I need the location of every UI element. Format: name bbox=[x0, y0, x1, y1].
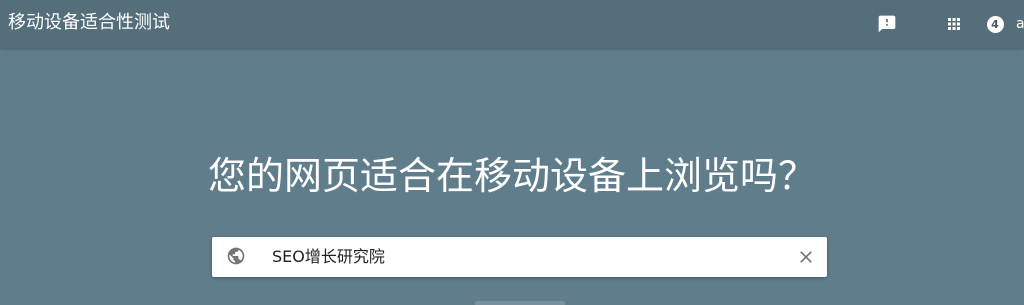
app-title: 移动设备适合性测试 bbox=[8, 12, 170, 33]
globe-icon bbox=[227, 247, 245, 265]
account-avatar-partial[interactable]: a bbox=[1016, 15, 1024, 33]
top-app-bar: 移动设备适合性测试 4 a bbox=[0, 0, 1024, 48]
apps-grid-icon bbox=[948, 18, 960, 30]
apps-button[interactable] bbox=[942, 12, 966, 36]
notifications-button[interactable]: 4 bbox=[983, 12, 1007, 36]
page-headline: 您的网页适合在移动设备上浏览吗？ bbox=[207, 154, 816, 198]
submit-button-edge[interactable] bbox=[475, 301, 565, 305]
notification-count-badge: 4 bbox=[986, 15, 1004, 33]
url-input[interactable] bbox=[272, 243, 772, 271]
close-icon[interactable] bbox=[796, 247, 816, 267]
feedback-button[interactable] bbox=[875, 12, 899, 36]
feedback-icon bbox=[878, 15, 896, 33]
url-input-box bbox=[212, 237, 827, 277]
